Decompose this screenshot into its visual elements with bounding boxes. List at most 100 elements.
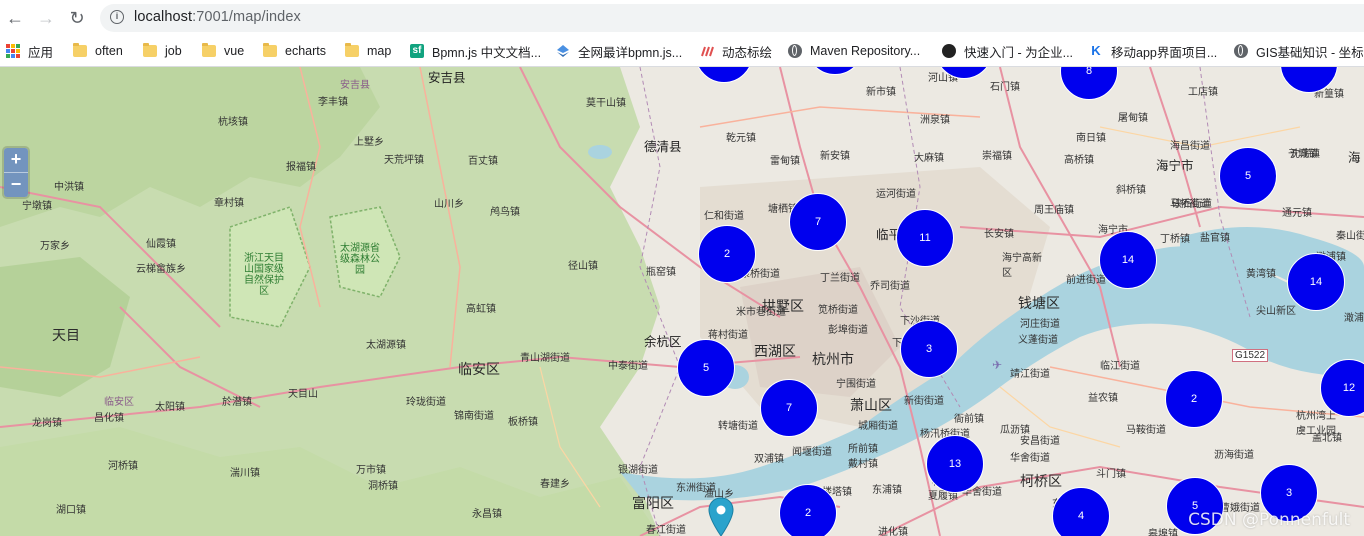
- label-yuqian: 於潜镇: [222, 397, 252, 408]
- bookmark-maven[interactable]: Maven Repository...: [788, 42, 920, 60]
- label-yinhu: 银湖街道: [618, 465, 658, 476]
- zoom-control: + −: [4, 148, 28, 197]
- bookmark-vue[interactable]: vue: [202, 42, 244, 60]
- cluster-marker[interactable]: 7: [789, 193, 847, 251]
- label-changhua: 昌化镇: [94, 413, 124, 424]
- bookmark-gis[interactable]: GIS基础知识 - 坐标...: [1234, 42, 1364, 60]
- label-baoguo: 报福镇: [286, 162, 316, 173]
- bookmark-job[interactable]: job: [143, 42, 182, 60]
- bookmark-echarts[interactable]: echarts: [263, 42, 326, 60]
- folder-icon: [345, 43, 359, 57]
- bookmark-bpmn-docs[interactable]: sf Bpmn.js 中文文档...: [410, 42, 541, 60]
- label-yongchang: 永昌镇: [472, 509, 502, 520]
- site-info-icon[interactable]: i: [110, 10, 124, 24]
- label-pingyao: 瓶窑镇: [646, 267, 676, 278]
- label-tuanchuan: 湍川镇: [230, 468, 260, 479]
- cluster-marker[interactable]: 3: [900, 320, 958, 378]
- hub-icon: [942, 44, 956, 58]
- label-qiaosi: 乔司街道: [870, 281, 910, 292]
- map-view[interactable]: ✈ 安吉县 安吉县 莫干山镇 德清县 乾元镇 雷甸镇 新市镇 河山镇 石门镇 洲…: [0, 67, 1364, 536]
- label-huaquan: 华舍街道: [1010, 453, 1050, 464]
- map-tiles: ✈: [0, 67, 1364, 536]
- cluster-marker[interactable]: 7: [760, 379, 818, 437]
- apps-icon: [6, 44, 20, 58]
- cluster-marker[interactable]: 5: [677, 339, 735, 397]
- label-gongjiang: 工店镇: [1188, 87, 1218, 98]
- cluster-marker[interactable]: 4: [1052, 487, 1110, 536]
- cluster-marker[interactable]: 5: [1219, 147, 1277, 205]
- label-renhe: 仁和街道: [704, 211, 744, 222]
- label-hezhuang: 河庄街道: [1020, 319, 1060, 330]
- forward-button[interactable]: →: [34, 6, 58, 30]
- bookmark-apps[interactable]: 应用: [6, 42, 53, 60]
- cluster-marker[interactable]: 2: [779, 484, 837, 536]
- label-shuanghu: 澉浦: [1344, 313, 1364, 324]
- cluster-marker[interactable]: 13: [926, 435, 984, 493]
- diamond-icon: [556, 44, 570, 58]
- label-pengbu: 彭埠街道: [828, 325, 868, 336]
- label-zhongtai: 中泰街道: [608, 361, 648, 372]
- bookmark-often[interactable]: often: [73, 42, 123, 60]
- label-haining: 海宁市: [1156, 159, 1194, 173]
- label-hangzhou: 杭州市: [812, 351, 854, 367]
- label-suoqian: 所前镇: [848, 444, 878, 455]
- label-lishu: 李丰镇: [318, 97, 348, 108]
- label-zhangcun: 章村镇: [214, 198, 244, 209]
- label-qingshanhu: 青山湖街道: [520, 353, 570, 364]
- label-xinhai: 盐官镇: [1200, 233, 1230, 244]
- waves-icon: [700, 44, 714, 58]
- label-fuyang: 富阳区: [632, 495, 674, 511]
- label-jinhua: 进化镇: [878, 527, 908, 536]
- label-anchang: 安昌街道: [1020, 436, 1060, 447]
- label-linan-small: 临安区: [104, 397, 134, 408]
- label-yuhang: 余杭区: [644, 335, 682, 349]
- bookmark-dynamic-plot[interactable]: 动态标绘: [700, 42, 772, 60]
- label-zhouwang: 周王庙镇: [1034, 205, 1074, 216]
- zoom-out-button[interactable]: −: [4, 172, 28, 197]
- label-heqiao: 河桥镇: [108, 461, 138, 472]
- label-taihuyuan: 太湖源镇: [366, 340, 406, 351]
- label-banqiao: 板桥镇: [508, 417, 538, 428]
- bookmark-bpmn-guide[interactable]: 全网最详bpmn.js...: [556, 42, 682, 60]
- bookmark-map[interactable]: map: [345, 42, 391, 60]
- folder-icon: [263, 43, 277, 57]
- label-qianjin: 前进街道: [1066, 275, 1106, 286]
- label-tuncun: 屠甸镇: [1118, 113, 1148, 124]
- bookmark-mobile-app[interactable]: K 移动app界面项目...: [1089, 42, 1217, 60]
- label-xinan: 新安镇: [820, 151, 850, 162]
- cluster-marker[interactable]: 2: [1165, 370, 1223, 428]
- back-button[interactable]: ←: [3, 6, 27, 30]
- label-gaibei: 盖北镇: [1312, 433, 1342, 444]
- label-shuangpu: 双浦镇: [754, 454, 784, 465]
- address-bar[interactable]: i localhost:7001/map/index: [100, 4, 1364, 32]
- label-dongqiao: 洞桥镇: [368, 481, 398, 492]
- label-maan: 马鞍街道: [1126, 425, 1166, 436]
- label-wengang: 戴村镇: [848, 459, 878, 470]
- label-zhouquan: 洲泉镇: [920, 115, 950, 126]
- label-linjiang: 临江街道: [1100, 361, 1140, 372]
- label-xianxia: 仙霞镇: [146, 239, 176, 250]
- label-hai-right: 海: [1348, 151, 1361, 165]
- cluster-marker[interactable]: 14: [1287, 253, 1345, 311]
- label-malu: 马桥街道: [1170, 199, 1210, 210]
- label-nanri: 南日镇: [1076, 133, 1106, 144]
- label-qianyuan: 乾元镇: [726, 133, 756, 144]
- label-xihu: 西湖区: [754, 343, 796, 359]
- label-lihai: 沥海街道: [1214, 450, 1254, 461]
- label-tianmu: 天目: [52, 327, 80, 343]
- label-mijiang: 米市巷街道: [736, 307, 786, 318]
- zoom-in-button[interactable]: +: [4, 148, 28, 172]
- cluster-marker[interactable]: 11: [896, 209, 954, 267]
- label-yujie: 于城镇: [1288, 149, 1318, 160]
- label-yuanhua: 丁桥镇: [1160, 234, 1190, 245]
- cluster-marker[interactable]: 14: [1099, 231, 1157, 289]
- label-shangshu: 上墅乡: [354, 137, 384, 148]
- reload-button[interactable]: ↻: [65, 6, 89, 30]
- bookmark-quickstart[interactable]: 快速入门 - 为企业...: [942, 42, 1073, 60]
- label-yunhe: 运河街道: [876, 189, 916, 200]
- label-dinglan: 丁兰街道: [820, 273, 860, 284]
- cluster-marker[interactable]: 2: [698, 225, 756, 283]
- label-deqing: 德清县: [644, 140, 682, 154]
- label-baizhang: 百丈镇: [468, 156, 498, 167]
- label-chunjian: 春建乡: [540, 479, 570, 490]
